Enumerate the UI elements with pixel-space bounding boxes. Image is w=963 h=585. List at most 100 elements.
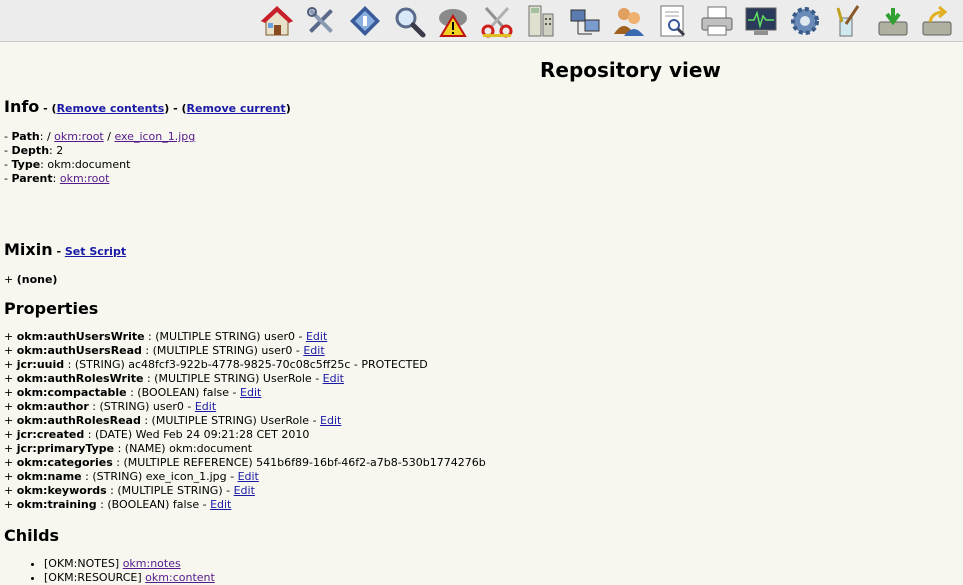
properties-heading: Properties — [4, 299, 99, 318]
mixin-item-value: (none) — [16, 273, 58, 286]
property-row: + okm:compactable : (BOOLEAN) false - Ed… — [4, 386, 262, 399]
depth-label: Depth — [11, 144, 50, 157]
tools-icon — [307, 6, 333, 33]
settings-button[interactable] — [787, 3, 823, 39]
child-type: [OKM:NOTES] — [44, 557, 123, 570]
toolbar — [0, 0, 963, 42]
type-label: Type — [11, 158, 41, 171]
property-row: + okm:authUsersRead : (MULTIPLE STRING) … — [4, 344, 325, 357]
search-icon — [395, 7, 426, 37]
document-view-button[interactable] — [655, 3, 691, 39]
calculator-button[interactable] — [523, 3, 559, 39]
property-value: : (MULTIPLE STRING) - — [106, 484, 234, 497]
property-edit-link[interactable]: Edit — [210, 498, 231, 511]
path-sep-2: / — [103, 130, 115, 143]
mixin-sep: - — [52, 245, 65, 258]
property-edit-link[interactable]: Edit — [238, 470, 259, 483]
mixin-section: Mixin - Set Script + (none) — [4, 240, 126, 287]
property-edit-link[interactable]: Edit — [320, 414, 341, 427]
info-parent-row: - Parent: okm:root — [4, 172, 110, 185]
property-value: : (MULTIPLE STRING) user0 - — [144, 330, 306, 343]
parent-sep: : — [52, 172, 60, 185]
property-name: okm:authUsersRead — [16, 344, 142, 357]
depth-value: : 2 — [49, 144, 64, 157]
info-sep-1: - ( — [39, 102, 57, 115]
search-button[interactable] — [391, 3, 427, 39]
childs-heading: Childs — [4, 526, 60, 545]
monitor-button[interactable] — [743, 3, 779, 39]
property-row: + okm:categories : (MULTIPLE REFERENCE) … — [4, 456, 486, 469]
repository-button[interactable] — [347, 3, 383, 39]
brush-button[interactable] — [831, 3, 867, 39]
property-row: + okm:name : (STRING) exe_icon_1.jpg - E… — [4, 470, 259, 483]
property-value: : (BOOLEAN) false - — [126, 386, 241, 399]
child-link[interactable]: okm:content — [145, 571, 215, 584]
monitor-icon — [745, 7, 777, 35]
cloud-warning-icon — [439, 8, 467, 37]
property-value: : (MULTIPLE REFERENCE) 541b6f89-16bf-46f… — [112, 456, 486, 469]
property-row: + okm:authRolesWrite : (MULTIPLE STRING)… — [4, 372, 344, 385]
property-edit-link[interactable]: Edit — [195, 400, 216, 413]
tools-button[interactable] — [303, 3, 339, 39]
childs-list: [OKM:NOTES] okm:notes[OKM:RESOURCE] okm:… — [4, 557, 215, 585]
mixin-heading-text: Mixin — [4, 240, 53, 259]
child-item: [OKM:NOTES] okm:notes — [44, 557, 215, 571]
info-type-row: - Type: okm:document — [4, 158, 131, 171]
properties-section: Properties + okm:authUsersWrite : (MULTI… — [4, 299, 486, 512]
printer-button[interactable] — [699, 3, 735, 39]
property-name: okm:keywords — [16, 484, 107, 497]
info-sep-2: ) - ( — [164, 102, 187, 115]
property-name: okm:categories — [16, 456, 113, 469]
network-button[interactable] — [567, 3, 603, 39]
child-link[interactable]: okm:notes — [123, 557, 181, 570]
property-value: : (DATE) Wed Feb 24 09:21:28 CET 2010 — [84, 428, 310, 441]
remove-contents-link[interactable]: Remove contents — [57, 102, 165, 115]
gear-icon — [791, 6, 819, 35]
property-name: okm:compactable — [16, 386, 127, 399]
child-type: [OKM:RESOURCE] — [44, 571, 146, 584]
property-row: + jcr:created : (DATE) Wed Feb 24 09:21:… — [4, 428, 310, 441]
users-button[interactable] — [611, 3, 647, 39]
property-edit-link[interactable]: Edit — [323, 372, 344, 385]
export-button[interactable] — [919, 3, 955, 39]
property-name: okm:name — [16, 470, 82, 483]
path-sep: : / — [39, 130, 55, 143]
property-row: + okm:training : (BOOLEAN) false - Edit — [4, 498, 232, 511]
path-root-link[interactable]: okm:root — [54, 130, 104, 143]
property-name: okm:authUsersWrite — [16, 330, 145, 343]
parent-label: Parent — [11, 172, 53, 185]
printer-icon — [701, 6, 733, 35]
properties-list: + okm:authUsersWrite : (MULTIPLE STRING)… — [4, 330, 486, 512]
property-edit-link[interactable]: Edit — [240, 386, 261, 399]
import-button[interactable] — [875, 3, 911, 39]
home-button[interactable] — [259, 3, 295, 39]
remove-current-link[interactable]: Remove current — [187, 102, 286, 115]
cloud-warning-button[interactable] — [435, 3, 471, 39]
property-name: jcr:primaryType — [16, 442, 115, 455]
home-icon — [260, 5, 294, 35]
property-value: : (MULTIPLE STRING) UserRole - — [140, 414, 321, 427]
type-value: : okm:document — [40, 158, 131, 171]
property-row: + okm:authUsersWrite : (MULTIPLE STRING)… — [4, 330, 328, 343]
import-icon — [878, 7, 908, 35]
property-row: + okm:author : (STRING) user0 - Edit — [4, 400, 217, 413]
property-name: okm:author — [16, 400, 89, 413]
child-item: [OKM:RESOURCE] okm:content — [44, 571, 215, 585]
path-file-link[interactable]: exe_icon_1.jpg — [114, 130, 195, 143]
property-edit-link[interactable]: Edit — [306, 330, 327, 343]
property-name: jcr:uuid — [16, 358, 65, 371]
network-icon — [570, 9, 600, 34]
info-path-row: - Path: / okm:root / exe_icon_1.jpg — [4, 130, 196, 143]
calculator-icon — [528, 5, 554, 36]
property-value: : (NAME) okm:document — [114, 442, 253, 455]
parent-link[interactable]: okm:root — [60, 172, 110, 185]
property-edit-link[interactable]: Edit — [234, 484, 255, 497]
set-script-link[interactable]: Set Script — [65, 245, 126, 258]
property-name: jcr:created — [16, 428, 85, 441]
property-row: + okm:authRolesRead : (MULTIPLE STRING) … — [4, 414, 342, 427]
property-value: : (MULTIPLE STRING) UserRole - — [143, 372, 323, 385]
property-row: + okm:keywords : (MULTIPLE STRING) - Edi… — [4, 484, 255, 497]
property-edit-link[interactable]: Edit — [303, 344, 324, 357]
scissors-button[interactable] — [479, 3, 515, 39]
info-heading: Info - (Remove contents) - (Remove curre… — [4, 97, 291, 119]
